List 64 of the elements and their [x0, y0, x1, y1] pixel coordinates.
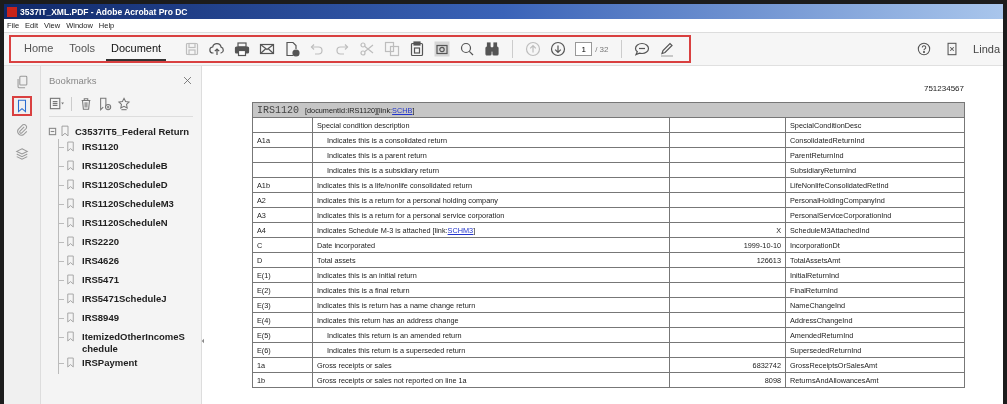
table-cell [252, 117, 313, 133]
tab[interactable]: Home [19, 37, 59, 61]
bookmark-item[interactable]: IRS1120ScheduleD [82, 177, 168, 191]
bookmark-item[interactable]: C3537IT5_Federal Return [75, 125, 190, 137]
help-icon[interactable] [917, 42, 932, 56]
options-menu-icon[interactable] [49, 96, 64, 111]
trash-icon[interactable] [79, 96, 93, 111]
pdf-file-icon [7, 6, 17, 17]
arrow-down-circle-icon[interactable] [550, 41, 567, 57]
bookmark-panel-button[interactable] [12, 96, 32, 116]
window-title: 3537IT_XML.PDF - Adobe Acrobat Pro DC [20, 6, 188, 17]
camera-icon[interactable] [434, 41, 451, 57]
clipboard-icon[interactable] [409, 41, 426, 57]
bookmark-icon [65, 331, 76, 342]
search-icon[interactable] [459, 41, 476, 57]
collapse-toggle-icon[interactable] [48, 126, 57, 136]
collapse-handle-icon[interactable] [201, 338, 207, 344]
bookmark-item[interactable]: IRS4626 [82, 253, 119, 267]
bookmark-icon [65, 274, 76, 285]
add-bookmark-icon[interactable] [98, 96, 112, 111]
tab[interactable]: Document [106, 37, 167, 61]
phone-icon[interactable] [945, 42, 960, 56]
bookmark-item[interactable]: IRS1120ScheduleB [82, 158, 168, 172]
bookmark-icon [65, 141, 76, 152]
bookmark-icon [65, 217, 76, 228]
bookmark-item[interactable]: IRS1120ScheduleN [82, 215, 168, 229]
printer-icon[interactable] [234, 41, 251, 57]
bookmark-icon [59, 125, 71, 137]
bookmark-icon [65, 312, 76, 323]
binoculars-icon[interactable] [484, 41, 501, 57]
bookmark-icon [65, 198, 76, 209]
bookmark-item[interactable]: IRS5471ScheduleJ [82, 291, 167, 305]
bookmark-item[interactable]: IRS8949 [82, 310, 119, 324]
bookmark-item[interactable]: IRS1120ScheduleM3 [82, 196, 174, 210]
bookmark-item[interactable]: IRS1120 [82, 139, 119, 153]
bookmark-icon [65, 179, 76, 190]
speech-bubble-icon[interactable] [633, 41, 650, 57]
bookmark-icon [65, 357, 76, 368]
bookmark-item[interactable]: IRS2220 [82, 234, 119, 248]
bookmark-icon [65, 293, 76, 304]
pen-icon[interactable] [658, 41, 675, 57]
user-name[interactable]: Linda [973, 43, 1000, 55]
layers-icon [15, 147, 29, 161]
envelope-icon[interactable] [259, 41, 276, 57]
paperclip-icon [15, 123, 29, 137]
page-count: / 32 [595, 44, 609, 54]
pages-icon [15, 75, 29, 89]
bookmark-icon [15, 99, 29, 113]
bookmark-icon [65, 255, 76, 266]
tab[interactable]: Tools [64, 37, 101, 61]
cloud-upload-icon[interactable] [209, 41, 226, 57]
bookmark-icon [65, 236, 76, 247]
panel-title: Bookmarks [49, 74, 97, 86]
table-cell [252, 147, 313, 163]
close-icon[interactable] [182, 74, 193, 86]
file-check-icon[interactable] [284, 41, 301, 57]
bookmark-item[interactable]: IRS5471 [82, 272, 119, 286]
bookmark-star-icon[interactable] [117, 96, 131, 111]
bookmark-item[interactable]: ItemizedOtherIncomeSchedule [82, 329, 190, 355]
table-cell [252, 162, 313, 178]
page-number-field[interactable]: 1 [575, 42, 593, 56]
bookmark-icon [65, 160, 76, 171]
document-id: 751234567 [922, 84, 964, 94]
bookmark-item[interactable]: IRSPayment [82, 355, 138, 369]
